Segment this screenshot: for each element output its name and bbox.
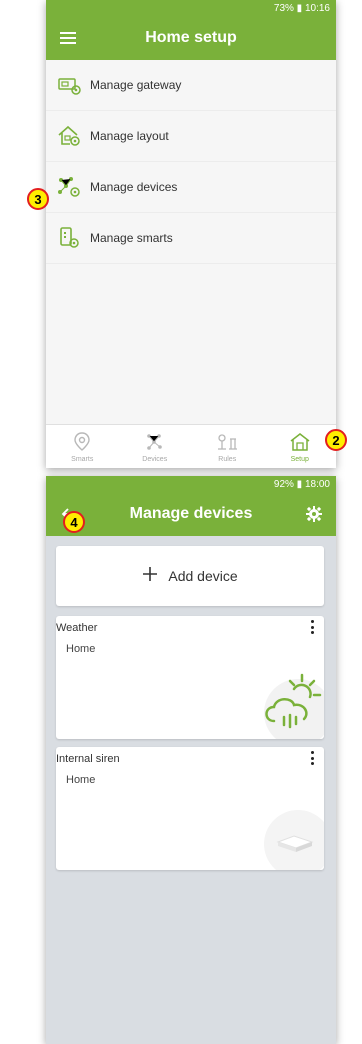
add-device-label: Add device — [168, 568, 238, 584]
status-bar: 92% ▮ 18:00 — [46, 476, 336, 492]
menu-item-label: Manage layout — [90, 129, 169, 143]
menu-item-manage-layout[interactable]: Manage layout — [46, 111, 336, 162]
manage-devices-screen: 92% ▮ 18:00 Manage devices Add device We… — [46, 476, 336, 1044]
device-location: Home — [66, 774, 96, 786]
devices-network-icon — [144, 431, 166, 453]
gateway-icon — [56, 72, 82, 98]
status-text: 73% ▮ 10:16 — [273, 2, 330, 14]
device-name: Internal siren — [56, 753, 120, 765]
devices-network-icon — [56, 174, 82, 200]
setup-menu: Manage gateway Manage layout Manage devi… — [46, 60, 336, 264]
nav-tab-rules[interactable]: Rules — [191, 425, 264, 468]
plus-icon — [142, 566, 158, 586]
step-marker: 4 — [63, 511, 85, 533]
gear-icon[interactable] — [304, 504, 324, 524]
smarts-phone-icon — [56, 225, 82, 251]
device-card-internal-siren[interactable]: Internal siren Home — [56, 747, 324, 870]
rules-icon — [216, 431, 238, 453]
menu-item-label: Manage gateway — [90, 78, 182, 92]
status-text: 92% ▮ 18:00 — [273, 478, 330, 490]
device-location: Home — [66, 643, 96, 655]
more-options-icon[interactable] — [308, 751, 316, 765]
home-setup-icon — [289, 431, 311, 453]
device-card-weather[interactable]: Weather Home — [56, 616, 324, 739]
status-bar: 73% ▮ 10:16 — [46, 0, 336, 16]
nav-label: Smarts — [71, 455, 94, 463]
bottom-navigation: Smarts Devices Rules Setup — [46, 424, 336, 468]
page-title: Manage devices — [129, 505, 253, 522]
app-bar: Home setup — [46, 16, 336, 60]
menu-item-manage-devices[interactable]: Manage devices — [46, 162, 336, 213]
location-pin-icon — [71, 431, 93, 453]
menu-item-manage-gateway[interactable]: Manage gateway — [46, 60, 336, 111]
nav-label: Setup — [290, 455, 309, 463]
nav-label: Rules — [218, 455, 237, 463]
home-setup-screen: 73% ▮ 10:16 Home setup Manage gateway Ma… — [46, 0, 336, 468]
page-title: Home setup — [145, 29, 237, 46]
house-gear-icon — [56, 123, 82, 149]
nav-tab-devices[interactable]: Devices — [119, 425, 192, 468]
menu-item-label: Manage devices — [90, 180, 178, 194]
nav-tab-smarts[interactable]: Smarts — [46, 425, 119, 468]
siren-device-icon — [254, 800, 324, 870]
nav-label: Devices — [142, 455, 168, 463]
menu-item-manage-smarts[interactable]: Manage smarts — [46, 213, 336, 264]
menu-item-label: Manage smarts — [90, 231, 173, 245]
device-name: Weather — [56, 622, 98, 634]
more-options-icon[interactable] — [308, 620, 316, 634]
step-marker: 2 — [325, 429, 347, 451]
app-bar: Manage devices — [46, 492, 336, 536]
weather-cloud-sun-icon — [254, 669, 324, 739]
step-marker: 3 — [27, 188, 49, 210]
add-device-button[interactable]: Add device — [56, 546, 324, 606]
nav-tab-setup[interactable]: Setup — [264, 425, 337, 468]
